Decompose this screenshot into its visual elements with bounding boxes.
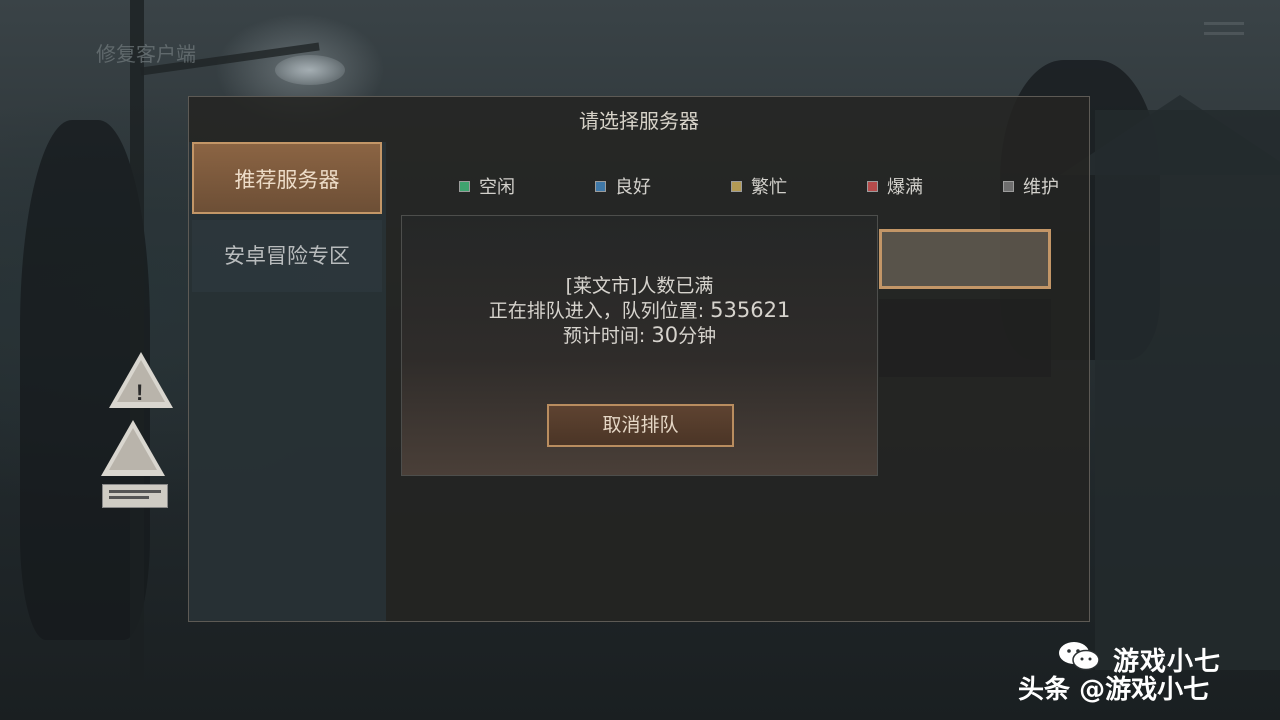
status-swatch-icon xyxy=(459,180,470,192)
dialog-title: 请选择服务器 xyxy=(579,109,699,133)
menu-icon[interactable] xyxy=(1204,22,1244,42)
server-entry[interactable] xyxy=(879,299,1051,377)
server-full-text: [莱文市]人数已满 xyxy=(565,275,714,297)
queue-modal: [莱文市]人数已满 正在排队进入，队列位置: 535621 预计时间: 30分钟… xyxy=(401,215,878,476)
status-swatch-icon xyxy=(731,180,742,192)
queue-position-label: 正在排队进入，队列位置: xyxy=(488,300,711,322)
watermark-platform: 头条 xyxy=(1018,675,1071,705)
server-category-sidebar: 推荐服务器 安卓冒险专区 xyxy=(189,142,386,621)
queue-position-line: 正在排队进入，队列位置: 535621 xyxy=(402,298,877,323)
legend-label: 维护 xyxy=(1023,177,1059,198)
repair-client-link[interactable]: 修复客户端 xyxy=(96,38,196,67)
estimated-time-line: 预计时间: 30分钟 xyxy=(402,323,877,348)
legend-label: 空闲 xyxy=(479,177,515,198)
legend-label: 繁忙 xyxy=(751,177,787,198)
legend-good: 良好 xyxy=(595,173,651,199)
queue-position-value: 535621 xyxy=(710,298,791,322)
lamp-post xyxy=(130,0,144,680)
legend-label: 爆满 xyxy=(887,177,923,198)
legend-full: 爆满 xyxy=(867,173,923,199)
status-swatch-icon xyxy=(867,180,878,192)
legend-label: 良好 xyxy=(615,177,651,198)
legend-maintenance: 维护 xyxy=(1003,173,1059,199)
warning-sign-icon: ! xyxy=(109,352,173,408)
estimated-time-unit: 分钟 xyxy=(678,325,717,347)
road-plate xyxy=(102,484,168,508)
status-swatch-icon xyxy=(1003,180,1014,192)
sidebar-item-android-adventure[interactable]: 安卓冒险专区 xyxy=(192,220,382,292)
estimated-time-value: 30 xyxy=(651,323,679,347)
cancel-queue-button[interactable]: 取消排队 xyxy=(547,404,734,447)
watermark-line: 头条 @游戏小七 xyxy=(1018,669,1209,706)
server-entry-selected[interactable] xyxy=(879,229,1051,289)
background-house xyxy=(1095,110,1280,670)
estimated-time-label: 预计时间: xyxy=(562,325,652,347)
queue-message: [莱文市]人数已满 正在排队进入，队列位置: 535621 预计时间: 30分钟 xyxy=(402,274,877,348)
sidebar-item-recommended[interactable]: 推荐服务器 xyxy=(192,142,382,214)
legend-busy: 繁忙 xyxy=(731,173,787,199)
watermark-handle: @游戏小七 xyxy=(1079,675,1210,705)
wechat-logo-icon xyxy=(1059,642,1100,671)
status-swatch-icon xyxy=(595,180,606,192)
lamp-light xyxy=(275,55,345,85)
deer-crossing-sign-icon xyxy=(101,420,165,476)
legend-idle: 空闲 xyxy=(459,173,515,199)
server-status-legend: 空闲 良好 繁忙 爆满 维护 xyxy=(459,173,1059,199)
